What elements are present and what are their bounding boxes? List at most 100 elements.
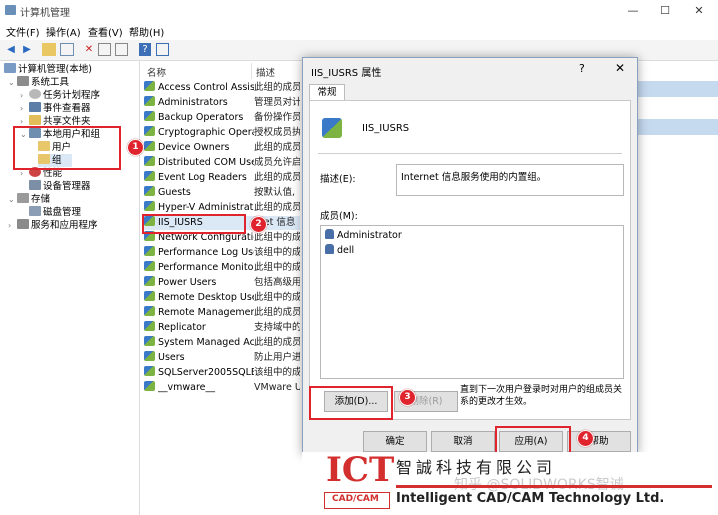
- refresh-icon[interactable]: [115, 43, 128, 56]
- group-icon: [144, 381, 155, 391]
- tree-node-disk-management[interactable]: 磁盘管理: [29, 206, 81, 219]
- tree-node-task-scheduler[interactable]: › 任务计划程序: [20, 89, 100, 102]
- list-item[interactable]: Hyper-V Administrat...此组的成员: [144, 201, 300, 215]
- list-item[interactable]: Device Owners 此组的成员: [144, 141, 300, 155]
- list-item[interactable]: __vmware__VMware Us: [144, 381, 300, 395]
- forward-arrow-icon[interactable]: ▶: [20, 43, 34, 56]
- list-item[interactable]: System Managed Acc...此组的成员: [144, 336, 300, 350]
- list-item[interactable]: Administrators 管理员对计: [144, 96, 300, 110]
- list-item[interactable]: Guests 按默认值,: [144, 186, 300, 200]
- list-item[interactable]: Power Users 包括高级用: [144, 276, 300, 290]
- list-item[interactable]: Performance Monitor...此组中的成: [144, 261, 300, 275]
- tree-node-storage[interactable]: ⌄ 存储: [8, 193, 50, 206]
- show-tree-icon[interactable]: [60, 43, 74, 56]
- menu-bar: 文件(F) 操作(A) 查看(V) 帮助(H): [0, 22, 718, 40]
- tree-node-system-tools[interactable]: ⌄ 系统工具: [8, 76, 69, 89]
- group-icon: [144, 261, 155, 271]
- user-icon: [325, 244, 334, 254]
- step-badge-4: 4: [577, 430, 594, 447]
- group-icon: [144, 321, 155, 331]
- members-label: 成员(M):: [320, 211, 358, 222]
- tree-node-device-manager[interactable]: 设备管理器: [29, 180, 91, 193]
- chevron-right-icon[interactable]: ›: [8, 219, 17, 232]
- highlight-add-button: [309, 386, 393, 420]
- app-icon: [5, 5, 16, 15]
- list-item[interactable]: Cryptographic Operat...授权成员执: [144, 126, 300, 140]
- list-item[interactable]: Access Control Assist...此组的成员: [144, 81, 300, 95]
- description-label: 描述(E):: [320, 174, 356, 185]
- group-name: IIS_IUSRS: [362, 123, 410, 134]
- user-icon: [325, 229, 334, 239]
- menu-help[interactable]: 帮助(H): [129, 24, 164, 39]
- group-icon: [144, 201, 155, 211]
- group-icon: [144, 306, 155, 316]
- close-icon[interactable]: ✕: [615, 61, 625, 75]
- list-item[interactable]: Distributed COM Users成员允许启: [144, 156, 300, 170]
- membership-note: 直到下一次用户登录时对用户的组成员关系的更改才生效。: [460, 385, 623, 407]
- column-header-separator: [251, 63, 252, 79]
- list-item[interactable]: Remote Desktop Users此组中的成: [144, 291, 300, 305]
- description-field[interactable]: Internet 信息服务使用的内置组。: [396, 164, 624, 196]
- help-icon[interactable]: ?: [139, 43, 151, 56]
- list-item[interactable]: SQLServer2005SQLB...该组中的成: [144, 366, 300, 380]
- chevron-down-icon[interactable]: ⌄: [8, 76, 17, 89]
- group-icon: [144, 141, 155, 151]
- close-icon[interactable]: ✕: [688, 3, 710, 19]
- highlight-local-users-groups: [13, 126, 121, 170]
- ict-logo: ICT CAD/CAM: [324, 450, 394, 510]
- group-icon: [144, 81, 155, 91]
- list-item[interactable]: Replicator 支持域中的: [144, 321, 300, 335]
- up-folder-icon[interactable]: [42, 43, 56, 56]
- member-item[interactable]: Administrator: [325, 229, 402, 241]
- brand-banner: ICT CAD/CAM 智誠科技有限公司 知乎 @SOLIDWORKS智诚 In…: [302, 450, 718, 515]
- list-item[interactable]: Users 防止用户进: [144, 351, 300, 365]
- column-header-description[interactable]: 描述: [256, 65, 275, 79]
- delete-icon[interactable]: ✕: [82, 43, 96, 56]
- services-icon: [17, 219, 29, 229]
- dialog-title: IIS_IUSRS 属性: [311, 68, 382, 79]
- help-question-icon[interactable]: ?: [579, 62, 585, 75]
- column-header-name[interactable]: 名称: [147, 65, 166, 79]
- banner-underline: [396, 485, 712, 488]
- groups-list: 名称 描述 Access Control Assist...此组的成员 Admi…: [140, 61, 302, 515]
- menu-view[interactable]: 查看(V): [88, 24, 123, 39]
- maximize-icon[interactable]: ☐: [654, 3, 676, 19]
- cancel-button[interactable]: 取消: [431, 431, 495, 452]
- members-list[interactable]: Administrator dell: [320, 225, 624, 379]
- group-icon: [144, 126, 155, 136]
- member-item[interactable]: dell: [325, 244, 354, 256]
- actions-header-selected[interactable]: [636, 119, 718, 135]
- group-icon: [144, 186, 155, 196]
- chevron-right-icon[interactable]: ›: [20, 102, 29, 115]
- group-icon: [144, 96, 155, 106]
- view-icon[interactable]: [156, 43, 169, 56]
- menu-file[interactable]: 文件(F): [6, 24, 40, 39]
- group-icon: [144, 111, 155, 121]
- minimize-icon[interactable]: —: [622, 3, 644, 19]
- storage-icon: [17, 193, 29, 203]
- list-item[interactable]: Event Log Readers 此组的成员: [144, 171, 300, 185]
- list-item[interactable]: Backup Operators 备份操作员: [144, 111, 300, 125]
- divider: [318, 153, 622, 154]
- actions-header-groups[interactable]: [636, 81, 718, 97]
- clock-icon: [29, 89, 41, 99]
- group-icon: [144, 156, 155, 166]
- group-icon: [322, 118, 342, 138]
- list-item[interactable]: Remote Managemen...此组的成员: [144, 306, 300, 320]
- chevron-right-icon[interactable]: ›: [20, 89, 29, 102]
- company-name-en: Intelligent CAD/CAM Technology Ltd.: [396, 491, 665, 506]
- chevron-down-icon[interactable]: ⌄: [8, 193, 17, 206]
- tree-node-services-apps[interactable]: › 服务和应用程序: [8, 219, 98, 232]
- group-icon: [144, 351, 155, 361]
- title-bar: 计算机管理 — ☐ ✕: [0, 0, 718, 22]
- properties-icon[interactable]: [98, 43, 111, 56]
- tab-general[interactable]: 常规: [309, 84, 345, 101]
- tree-node-root[interactable]: 计算机管理(本地): [4, 63, 92, 76]
- group-icon: [144, 246, 155, 256]
- list-item[interactable]: Performance Log Users该组中的成: [144, 246, 300, 260]
- tree-node-event-viewer[interactable]: › 事件查看器: [20, 102, 91, 115]
- menu-action[interactable]: 操作(A): [46, 24, 81, 39]
- highlight-iis-iusrs: [142, 214, 246, 234]
- ok-button[interactable]: 确定: [363, 431, 427, 452]
- back-arrow-icon[interactable]: ◀: [4, 43, 18, 56]
